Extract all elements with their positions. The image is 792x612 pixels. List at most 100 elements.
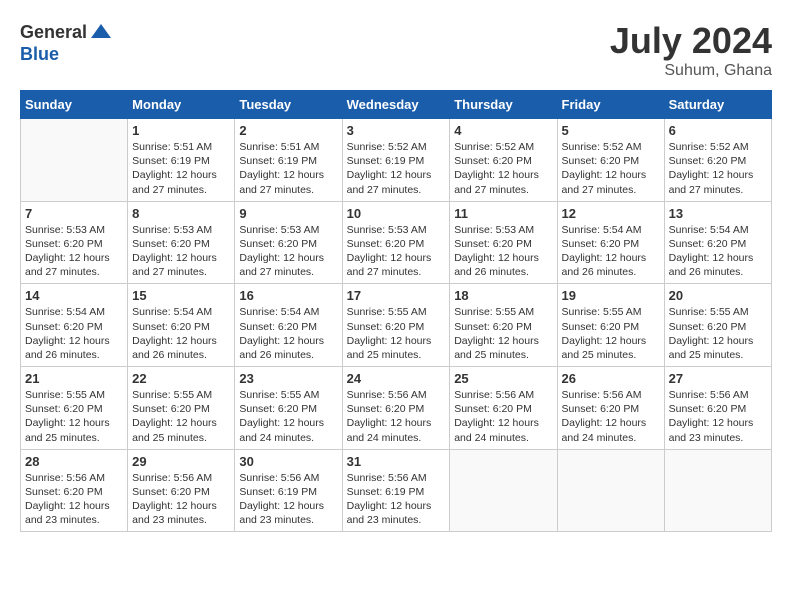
calendar-weekday-thursday: Thursday [450,91,557,119]
day-number: 25 [454,371,552,386]
calendar-cell: 9 Sunrise: 5:53 AM Sunset: 6:20 PM Daylig… [235,201,342,284]
day-info: Sunrise: 5:56 AM Sunset: 6:20 PM Dayligh… [669,388,767,445]
day-info: Sunrise: 5:52 AM Sunset: 6:19 PM Dayligh… [347,140,446,197]
calendar-cell: 23 Sunrise: 5:55 AM Sunset: 6:20 PM Dayli… [235,367,342,450]
calendar-cell: 26 Sunrise: 5:56 AM Sunset: 6:20 PM Dayli… [557,367,664,450]
day-number: 26 [562,371,660,386]
day-info: Sunrise: 5:55 AM Sunset: 6:20 PM Dayligh… [347,305,446,362]
calendar-week-row: 14 Sunrise: 5:54 AM Sunset: 6:20 PM Dayli… [21,284,772,367]
day-info: Sunrise: 5:51 AM Sunset: 6:19 PM Dayligh… [132,140,230,197]
logo-general: General [20,22,87,43]
calendar-cell [21,119,128,202]
day-number: 10 [347,206,446,221]
calendar-week-row: 1 Sunrise: 5:51 AM Sunset: 6:19 PM Daylig… [21,119,772,202]
calendar-cell: 14 Sunrise: 5:54 AM Sunset: 6:20 PM Dayli… [21,284,128,367]
day-number: 28 [25,454,123,469]
day-info: Sunrise: 5:53 AM Sunset: 6:20 PM Dayligh… [25,223,123,280]
day-number: 27 [669,371,767,386]
calendar-cell: 21Sunrise: 5:55 AM Sunset: 6:20 PM Dayli… [21,367,128,450]
day-info: Sunrise: 5:52 AM Sunset: 6:20 PM Dayligh… [454,140,552,197]
day-info: Sunrise: 5:53 AM Sunset: 6:20 PM Dayligh… [132,223,230,280]
calendar-cell: 16Sunrise: 5:54 AM Sunset: 6:20 PM Dayli… [235,284,342,367]
day-info: Sunrise: 5:54 AM Sunset: 6:20 PM Dayligh… [239,305,337,362]
day-number: 30 [239,454,337,469]
day-info: Sunrise: 5:55 AM Sunset: 6:20 PM Dayligh… [239,388,337,445]
logo-icon [89,20,113,44]
day-info: Sunrise: 5:54 AM Sunset: 6:20 PM Dayligh… [132,305,230,362]
day-number: 12 [562,206,660,221]
calendar-cell: 2Sunrise: 5:51 AM Sunset: 6:19 PM Daylig… [235,119,342,202]
day-info: Sunrise: 5:53 AM Sunset: 6:20 PM Dayligh… [239,223,337,280]
day-number: 14 [25,288,123,303]
calendar-weekday-friday: Friday [557,91,664,119]
calendar-cell: 17Sunrise: 5:55 AM Sunset: 6:20 PM Dayli… [342,284,450,367]
day-info: Sunrise: 5:56 AM Sunset: 6:19 PM Dayligh… [347,471,446,528]
day-number: 11 [454,206,552,221]
day-number: 24 [347,371,446,386]
day-info: Sunrise: 5:56 AM Sunset: 6:20 PM Dayligh… [562,388,660,445]
location: Suhum, Ghana [610,62,772,80]
calendar-cell: 29 Sunrise: 5:56 AM Sunset: 6:20 PM Dayli… [128,449,235,532]
calendar-weekday-saturday: Saturday [664,91,771,119]
calendar-week-row: 21 Sunrise: 5:55 AM Sunset: 6:20 PM Dayli… [21,367,772,450]
calendar-week-row: 28 Sunrise: 5:56 AM Sunset: 6:20 PM Dayli… [21,449,772,532]
day-info: Sunrise: 5:54 AM Sunset: 6:20 PM Dayligh… [562,223,660,280]
calendar-cell [557,449,664,532]
calendar-cell [664,449,771,532]
day-number: 21 [25,371,123,386]
day-info: Sunrise: 5:52 AM Sunset: 6:20 PM Dayligh… [669,140,767,197]
day-number: 13 [669,206,767,221]
calendar-cell: 5Sunrise: 5:52 AM Sunset: 6:20 PM Daylig… [557,119,664,202]
day-info: Sunrise: 5:55 AM Sunset: 6:20 PM Dayligh… [669,305,767,362]
title-block: July 2024 Suhum, Ghana [610,20,772,80]
calendar-table: SundayMondayTuesdayWednesdayThursdayFrid… [20,90,772,532]
day-number: 23 [239,371,337,386]
day-info: Sunrise: 5:55 AM Sunset: 6:20 PM Dayligh… [454,305,552,362]
calendar-cell: 31 Sunrise: 5:56 AM Sunset: 6:19 PM Dayli… [342,449,450,532]
day-info: Sunrise: 5:52 AM Sunset: 6:20 PM Dayligh… [562,140,660,197]
calendar-cell: 3 Sunrise: 5:52 AM Sunset: 6:19 PM Daylig… [342,119,450,202]
calendar-cell: 8Sunrise: 5:53 AM Sunset: 6:20 PM Daylig… [128,201,235,284]
calendar-cell: 24 Sunrise: 5:56 AM Sunset: 6:20 PM Dayli… [342,367,450,450]
logo-blue: Blue [20,44,59,65]
day-info: Sunrise: 5:56 AM Sunset: 6:19 PM Dayligh… [239,471,337,528]
day-number: 3 [347,123,446,138]
day-number: 20 [669,288,767,303]
day-number: 4 [454,123,552,138]
calendar-cell: 25Sunrise: 5:56 AM Sunset: 6:20 PM Dayli… [450,367,557,450]
calendar-cell [450,449,557,532]
calendar-cell: 18Sunrise: 5:55 AM Sunset: 6:20 PM Dayli… [450,284,557,367]
calendar-cell: 11 Sunrise: 5:53 AM Sunset: 6:20 PM Dayli… [450,201,557,284]
day-number: 9 [239,206,337,221]
page-header: General Blue July 2024 Suhum, Ghana [20,20,772,80]
day-info: Sunrise: 5:56 AM Sunset: 6:20 PM Dayligh… [347,388,446,445]
logo: General Blue [20,20,113,65]
calendar-cell: 28Sunrise: 5:56 AM Sunset: 6:20 PM Dayli… [21,449,128,532]
calendar-cell: 12 Sunrise: 5:54 AM Sunset: 6:20 PM Dayli… [557,201,664,284]
calendar-cell: 20 Sunrise: 5:55 AM Sunset: 6:20 PM Dayli… [664,284,771,367]
calendar-cell: 6 Sunrise: 5:52 AM Sunset: 6:20 PM Daylig… [664,119,771,202]
calendar-week-row: 7 Sunrise: 5:53 AM Sunset: 6:20 PM Daylig… [21,201,772,284]
calendar-cell: 4 Sunrise: 5:52 AM Sunset: 6:20 PM Daylig… [450,119,557,202]
calendar-cell: 15 Sunrise: 5:54 AM Sunset: 6:20 PM Dayli… [128,284,235,367]
calendar-cell: 30 Sunrise: 5:56 AM Sunset: 6:19 PM Dayli… [235,449,342,532]
day-info: Sunrise: 5:54 AM Sunset: 6:20 PM Dayligh… [25,305,123,362]
day-number: 6 [669,123,767,138]
day-number: 15 [132,288,230,303]
day-info: Sunrise: 5:53 AM Sunset: 6:20 PM Dayligh… [454,223,552,280]
day-info: Sunrise: 5:55 AM Sunset: 6:20 PM Dayligh… [562,305,660,362]
day-number: 19 [562,288,660,303]
calendar-cell: 10 Sunrise: 5:53 AM Sunset: 6:20 PM Dayli… [342,201,450,284]
month-year: July 2024 [610,20,772,62]
calendar-weekday-monday: Monday [128,91,235,119]
day-number: 7 [25,206,123,221]
day-info: Sunrise: 5:53 AM Sunset: 6:20 PM Dayligh… [347,223,446,280]
calendar-weekday-wednesday: Wednesday [342,91,450,119]
day-number: 1 [132,123,230,138]
calendar-header-row: SundayMondayTuesdayWednesdayThursdayFrid… [21,91,772,119]
day-number: 31 [347,454,446,469]
day-number: 29 [132,454,230,469]
calendar-cell: 22Sunrise: 5:55 AM Sunset: 6:20 PM Dayli… [128,367,235,450]
day-number: 2 [239,123,337,138]
day-info: Sunrise: 5:56 AM Sunset: 6:20 PM Dayligh… [132,471,230,528]
